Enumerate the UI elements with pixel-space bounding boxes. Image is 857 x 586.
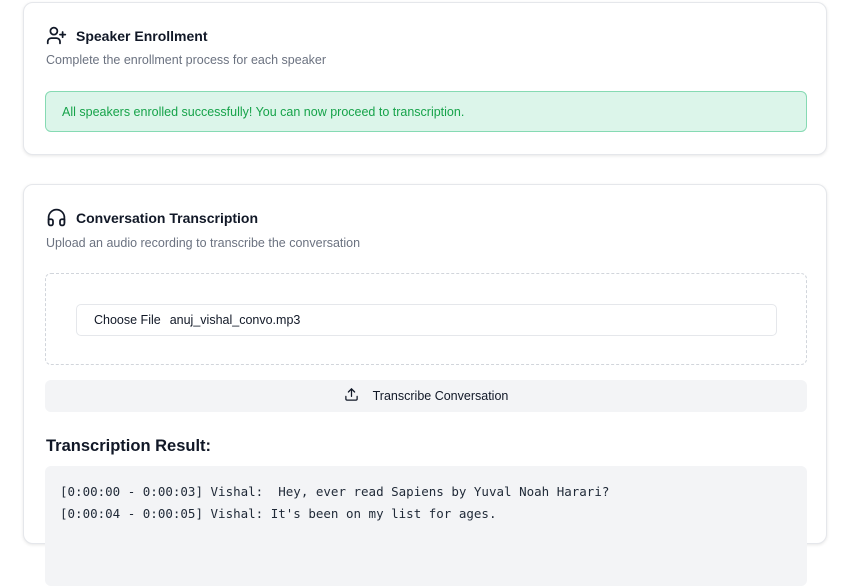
enrollment-title-text: Speaker Enrollment: [76, 27, 208, 44]
transcription-description: Upload an audio recording to transcribe …: [46, 236, 361, 250]
transcript-line: [0:00:00 - 0:00:03] Vishal: Hey, ever re…: [60, 484, 610, 499]
enrollment-description: Complete the enrollment process for each…: [46, 53, 327, 67]
enrollment-title: Speaker Enrollment: [46, 25, 208, 46]
selected-file-name: anuj_vishal_convo.mp3: [169, 313, 301, 327]
transcription-title-text: Conversation Transcription: [76, 209, 259, 226]
headphones-icon: [46, 207, 67, 228]
transcribe-conversation-button[interactable]: Transcribe Conversation: [45, 380, 807, 412]
success-message: All speakers enrolled successfully! You …: [62, 104, 465, 119]
transcript-line: [0:00:04 - 0:00:05] Vishal: It's been on…: [60, 506, 497, 521]
conversation-transcription-card: Conversation Transcription Upload an aud…: [23, 184, 827, 586]
upload-icon: [344, 387, 359, 405]
choose-file-button[interactable]: Choose File: [94, 313, 161, 327]
audio-file-input[interactable]: Choose File anuj_vishal_convo.mp3: [76, 304, 777, 336]
enrollment-success-alert: All speakers enrolled successfully! You …: [45, 91, 807, 132]
speaker-enrollment-card: Speaker Enrollment Complete the enrollme…: [23, 2, 827, 155]
transcription-result-heading: Transcription Result:: [46, 437, 212, 455]
transcription-result-box: [0:00:00 - 0:00:03] Vishal: Hey, ever re…: [45, 466, 807, 586]
audio-dropzone[interactable]: Choose File anuj_vishal_convo.mp3: [45, 273, 807, 365]
transcription-title: Conversation Transcription: [46, 207, 258, 228]
transcribe-button-label: Transcribe Conversation: [372, 389, 509, 403]
user-plus-icon: [46, 25, 67, 46]
